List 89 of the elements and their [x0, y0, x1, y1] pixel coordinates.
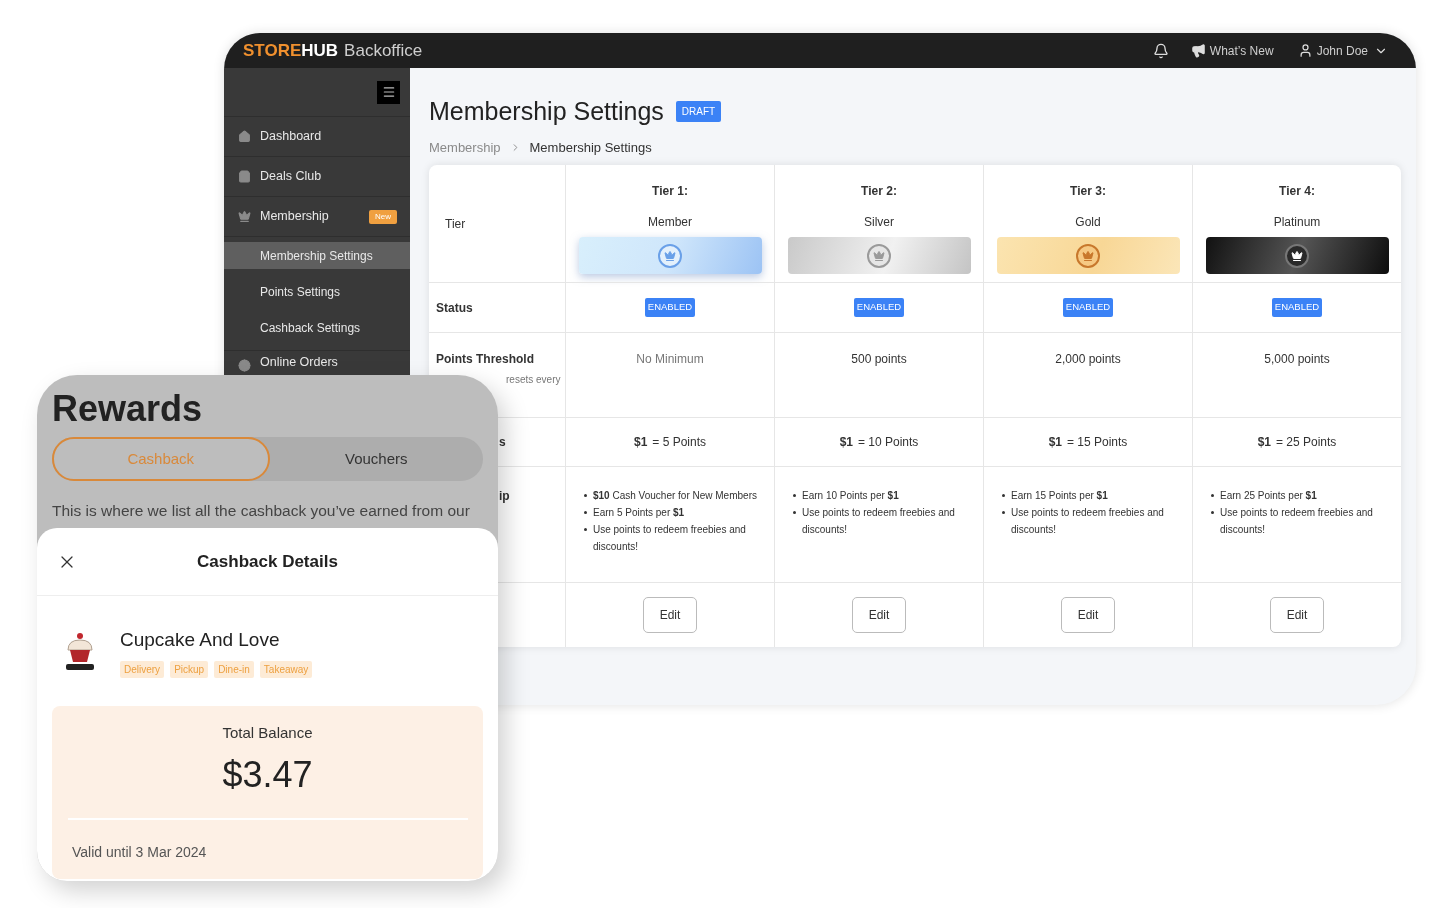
menu-icon	[381, 85, 396, 99]
breadcrumb-item: Membership Settings	[529, 138, 652, 157]
sidebar-item[interactable]: Cashback Settings	[224, 314, 410, 341]
sidebar-item[interactable]: Dashboard	[224, 116, 410, 156]
order-type-tag: Pickup	[170, 660, 209, 678]
crown-icon	[1076, 243, 1100, 268]
order-type-tag: Delivery	[120, 660, 165, 678]
edit-button[interactable]: Edit	[1061, 597, 1115, 633]
edit-button[interactable]: Edit	[852, 597, 906, 633]
benefit-text: Earn 5 Points per $1	[593, 506, 685, 520]
crown-icon	[658, 243, 682, 268]
bullet-icon	[793, 511, 796, 514]
store-name: Cupcake And Love	[120, 628, 281, 653]
bullet-icon	[584, 528, 587, 531]
earn-rate: $1 = 5 Points	[633, 434, 707, 451]
earn-rate: $1 = 25 Points	[1257, 434, 1337, 451]
tier-name: Member	[648, 214, 692, 231]
balance-amount: $3.47	[222, 753, 313, 798]
bullet-icon	[584, 494, 587, 497]
crown-icon	[238, 210, 251, 223]
draft-badge: DRAFT	[675, 101, 722, 123]
rewards-tab[interactable]: Vouchers	[269, 437, 483, 481]
edit-button[interactable]: Edit	[1270, 597, 1324, 633]
row-label: Status	[436, 299, 473, 317]
row-label: s	[499, 434, 506, 451]
sidebar-item[interactable]: Membership New	[224, 196, 410, 236]
balance-label: Total Balance	[222, 722, 313, 743]
rewards-description: This is where we list all the cashback you’ve earned from our	[52, 501, 471, 521]
threshold-value: 5,000 points	[1264, 351, 1330, 368]
bell-icon[interactable]	[1152, 42, 1169, 59]
megaphone-icon	[1190, 43, 1206, 58]
row-label: ip	[499, 488, 510, 505]
whats-new-link[interactable]: What’s New	[1190, 41, 1274, 60]
user-menu[interactable]: John Doe	[1297, 41, 1388, 60]
sidebar-label: Membership	[260, 208, 330, 226]
bullet-icon	[1211, 494, 1214, 497]
tier-heading: Tier 4:	[1279, 183, 1315, 200]
benefit-text: Use points to redeem freebies and discounts!	[802, 506, 956, 537]
crown-icon	[867, 243, 891, 268]
rewards-title: Rewards	[52, 387, 204, 431]
benefit-text: Earn 10 Points per $1	[802, 489, 899, 503]
bullet-icon	[1002, 494, 1005, 497]
benefit-text: Use points to redeem freebies and discounts!	[593, 523, 747, 554]
order-type-tag: Takeaway	[259, 660, 313, 678]
new-badge: New	[369, 209, 397, 224]
status-badge: ENABLED	[1062, 298, 1114, 317]
tier-name: Platinum	[1273, 214, 1321, 231]
sidebar-label: Dashboard	[260, 128, 323, 146]
bullet-icon	[1211, 511, 1214, 514]
order-type-tag: Dine-in	[214, 660, 254, 678]
status-badge: ENABLED	[1271, 298, 1323, 317]
bullet-icon	[793, 494, 796, 497]
threshold-value: 500 points	[851, 351, 907, 368]
brand-logo: STOREHUB Backoffice	[243, 39, 423, 62]
bullet-icon	[584, 511, 587, 514]
tier-heading: Tier 1:	[652, 183, 688, 200]
tier-heading: Tier 2:	[861, 183, 897, 200]
page-title: Membership Settings	[429, 96, 664, 127]
edit-button[interactable]: Edit	[643, 597, 697, 633]
earn-rate: $1 = 10 Points	[839, 434, 919, 451]
earn-rate: $1 = 15 Points	[1048, 434, 1128, 451]
threshold-value: 2,000 points	[1055, 351, 1121, 368]
tier-name: Silver	[864, 214, 894, 231]
valid-until-text: Valid until 3 Mar 2024	[72, 843, 207, 863]
status-badge: ENABLED	[853, 298, 905, 317]
threshold-value: No Minimum	[636, 351, 704, 368]
row-label: Tier	[445, 215, 466, 233]
benefit-text: Earn 25 Points per $1	[1220, 489, 1317, 503]
row-label: Points Threshold	[436, 351, 535, 368]
sheet-title: Cashback Details	[196, 551, 339, 573]
status-badge: ENABLED	[644, 298, 696, 317]
menu-button[interactable]	[377, 80, 400, 104]
sidebar-item[interactable]: Points Settings	[224, 278, 410, 305]
crown-icon	[1285, 243, 1309, 268]
tier-name: Gold	[1075, 214, 1101, 231]
sidebar-item[interactable]: Membership Settings	[224, 242, 410, 269]
bullet-icon	[1002, 511, 1005, 514]
sidebar-label: Online Orders	[260, 354, 339, 372]
benefit-text: Use points to redeem freebies and discounts!	[1220, 506, 1374, 537]
tier-heading: Tier 3:	[1070, 183, 1106, 200]
row-note: resets every	[505, 373, 562, 387]
benefit-text: $10 Cash Voucher for New Members	[593, 489, 757, 503]
benefit-text: Use points to redeem freebies and discounts!	[1011, 506, 1165, 537]
sidebar-item[interactable]: Online Orders	[224, 350, 410, 372]
home-icon	[238, 130, 251, 143]
sidebar-item[interactable]: Deals Club	[224, 156, 410, 196]
benefit-text: Earn 15 Points per $1	[1011, 489, 1108, 503]
user-icon	[1297, 43, 1313, 58]
sidebar-label: Deals Club	[260, 168, 323, 186]
